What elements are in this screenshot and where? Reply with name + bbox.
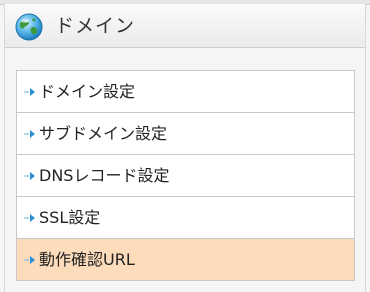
menu-item-operation-check-url[interactable]: 動作確認URL	[17, 239, 354, 280]
menu-item-label: 動作確認URL	[39, 249, 135, 269]
menu-item-label: DNSレコード設定	[39, 165, 170, 185]
arrow-right-icon	[24, 171, 35, 180]
panel-title: ドメイン	[55, 15, 136, 37]
globe-icon	[15, 13, 43, 41]
menu-item-label: SSL設定	[39, 207, 101, 227]
domain-menu-panel: ドメイン ドメイン設定 サブドメイン設定 DNSレコード設定 SSL設定 動作確…	[4, 4, 366, 292]
menu-item-dns-record-settings[interactable]: DNSレコード設定	[17, 155, 354, 197]
menu-item-label: サブドメイン設定	[39, 123, 168, 143]
arrow-right-icon	[24, 129, 35, 138]
arrow-right-icon	[24, 87, 35, 96]
menu-item-domain-settings[interactable]: ドメイン設定	[17, 71, 354, 113]
panel-header: ドメイン	[5, 4, 365, 48]
domain-menu-list: ドメイン設定 サブドメイン設定 DNSレコード設定 SSL設定 動作確認URL	[16, 70, 355, 281]
menu-item-subdomain-settings[interactable]: サブドメイン設定	[17, 113, 354, 155]
arrow-right-icon	[24, 255, 35, 264]
menu-item-label: ドメイン設定	[39, 81, 136, 101]
menu-item-ssl-settings[interactable]: SSL設定	[17, 197, 354, 239]
arrow-right-icon	[24, 213, 35, 222]
